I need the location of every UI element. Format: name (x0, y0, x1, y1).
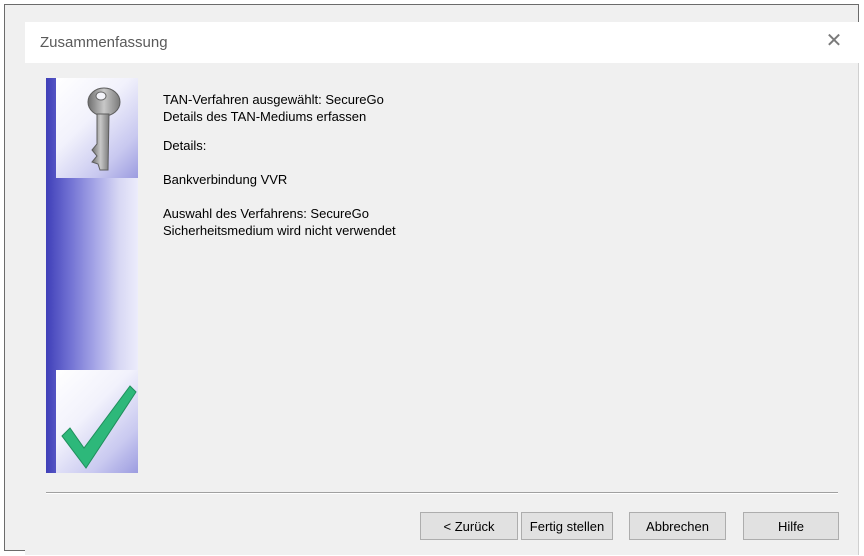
bank-connection-text: Bankverbindung VVR (163, 172, 288, 187)
window-title: Zusammenfassung (40, 34, 168, 51)
key-icon (87, 87, 121, 171)
check-tile (56, 370, 138, 473)
help-button[interactable]: Hilfe (743, 512, 839, 540)
back-button[interactable]: < Zurück (420, 512, 518, 540)
details-label: Details: (163, 138, 207, 153)
checkmark-icon (61, 385, 137, 469)
method-selection-text: Auswahl des Verfahrens: SecureGo (163, 206, 369, 221)
security-medium-text: Sicherheitsmedium wird nicht verwendet (163, 223, 396, 238)
cancel-button[interactable]: Abbrechen (629, 512, 726, 540)
title-bar: Zusammenfassung ✕ (25, 22, 859, 63)
selected-method-text: TAN-Verfahren ausgewählt: SecureGo (163, 92, 384, 107)
key-tile (56, 78, 138, 178)
wizard-sidebar (46, 78, 138, 473)
tan-medium-details-text: Details des TAN-Mediums erfassen (163, 109, 367, 124)
wizard-window: Zusammenfassung ✕ TAN-Verfahren ausgewäh… (4, 4, 859, 555)
finish-button[interactable]: Fertig stellen (521, 512, 613, 540)
summary-content: TAN-Verfahren ausgewählt: SecureGo Detai… (163, 91, 813, 239)
close-icon[interactable]: ✕ (823, 30, 845, 52)
wizard-body: TAN-Verfahren ausgewählt: SecureGo Detai… (25, 63, 859, 555)
button-separator (46, 492, 838, 494)
